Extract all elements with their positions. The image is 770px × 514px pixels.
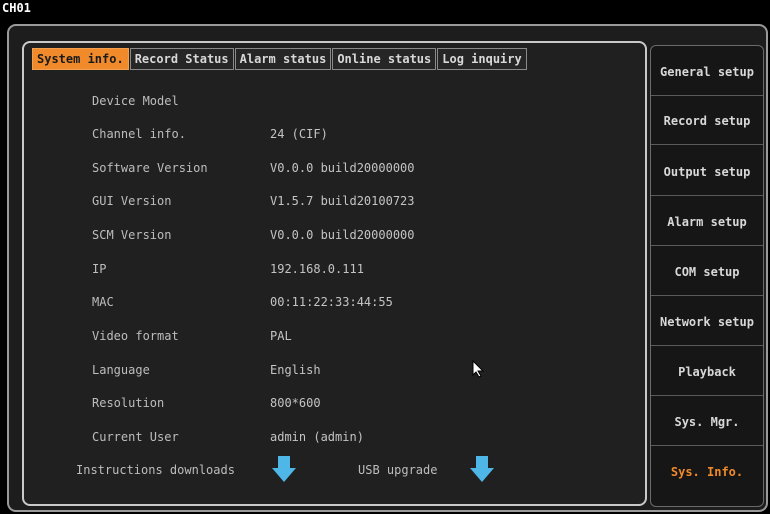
info-label: GUI Version: [92, 194, 172, 208]
side-menu-com-setup[interactable]: COM setup: [651, 248, 763, 296]
side-menu-general-setup[interactable]: General setup: [651, 48, 763, 96]
usb-upgrade-label: USB upgrade: [358, 463, 438, 477]
info-label: MAC: [92, 295, 114, 309]
instructions-download-button[interactable]: [272, 456, 296, 484]
instructions-download-label: Instructions downloads: [76, 463, 235, 477]
info-value: 24 (CIF): [270, 127, 328, 141]
info-value: PAL: [270, 329, 292, 343]
usb-upgrade-button[interactable]: [470, 456, 494, 484]
info-label: Software Version: [92, 161, 208, 175]
upgrade-arrow-shaft: [476, 456, 488, 469]
channel-label: CH01: [2, 1, 31, 15]
tab-record-status[interactable]: Record Status: [129, 48, 234, 70]
info-label: Device Model: [92, 94, 179, 108]
tab-online-status[interactable]: Online status: [332, 48, 437, 70]
info-label: Current User: [92, 430, 179, 444]
info-value: 800*600: [270, 396, 321, 410]
tab-log-inquiry[interactable]: Log inquiry: [437, 48, 527, 70]
info-label: Channel info.: [92, 127, 186, 141]
info-value: 192.168.0.111: [270, 262, 364, 276]
side-menu-sys-info[interactable]: Sys. Info.: [651, 448, 763, 496]
side-menu-record-setup[interactable]: Record setup: [651, 97, 763, 145]
info-value: V0.0.0 build20000000: [270, 161, 415, 175]
info-value: 00:11:22:33:44:55: [270, 295, 393, 309]
upgrade-arrow-head: [470, 468, 494, 482]
download-arrow-shaft: [278, 456, 290, 469]
mouse-cursor-icon: [472, 360, 485, 378]
side-menu-alarm-setup[interactable]: Alarm setup: [651, 198, 763, 246]
info-value: V1.5.7 build20100723: [270, 194, 415, 208]
tab-alarm-status[interactable]: Alarm status: [234, 48, 332, 70]
info-value: English: [270, 363, 321, 377]
info-label: Language: [92, 363, 150, 377]
side-menu-network-setup[interactable]: Network setup: [651, 298, 763, 346]
tab-system-info[interactable]: System info.: [32, 48, 129, 70]
tab-bar: System info. Record Status Alarm status …: [32, 48, 528, 70]
info-label: Resolution: [92, 396, 165, 410]
info-label: IP: [92, 262, 107, 276]
side-menu-playback[interactable]: Playback: [651, 348, 763, 396]
download-arrow-head: [272, 468, 296, 482]
info-value: admin (admin): [270, 430, 364, 444]
info-value: V0.0.0 build20000000: [270, 228, 415, 242]
info-label: Video format: [92, 329, 179, 343]
side-menu-output-setup[interactable]: Output setup: [651, 148, 763, 196]
info-label: SCM Version: [92, 228, 172, 242]
side-menu-sys-mgr[interactable]: Sys. Mgr.: [651, 398, 763, 446]
